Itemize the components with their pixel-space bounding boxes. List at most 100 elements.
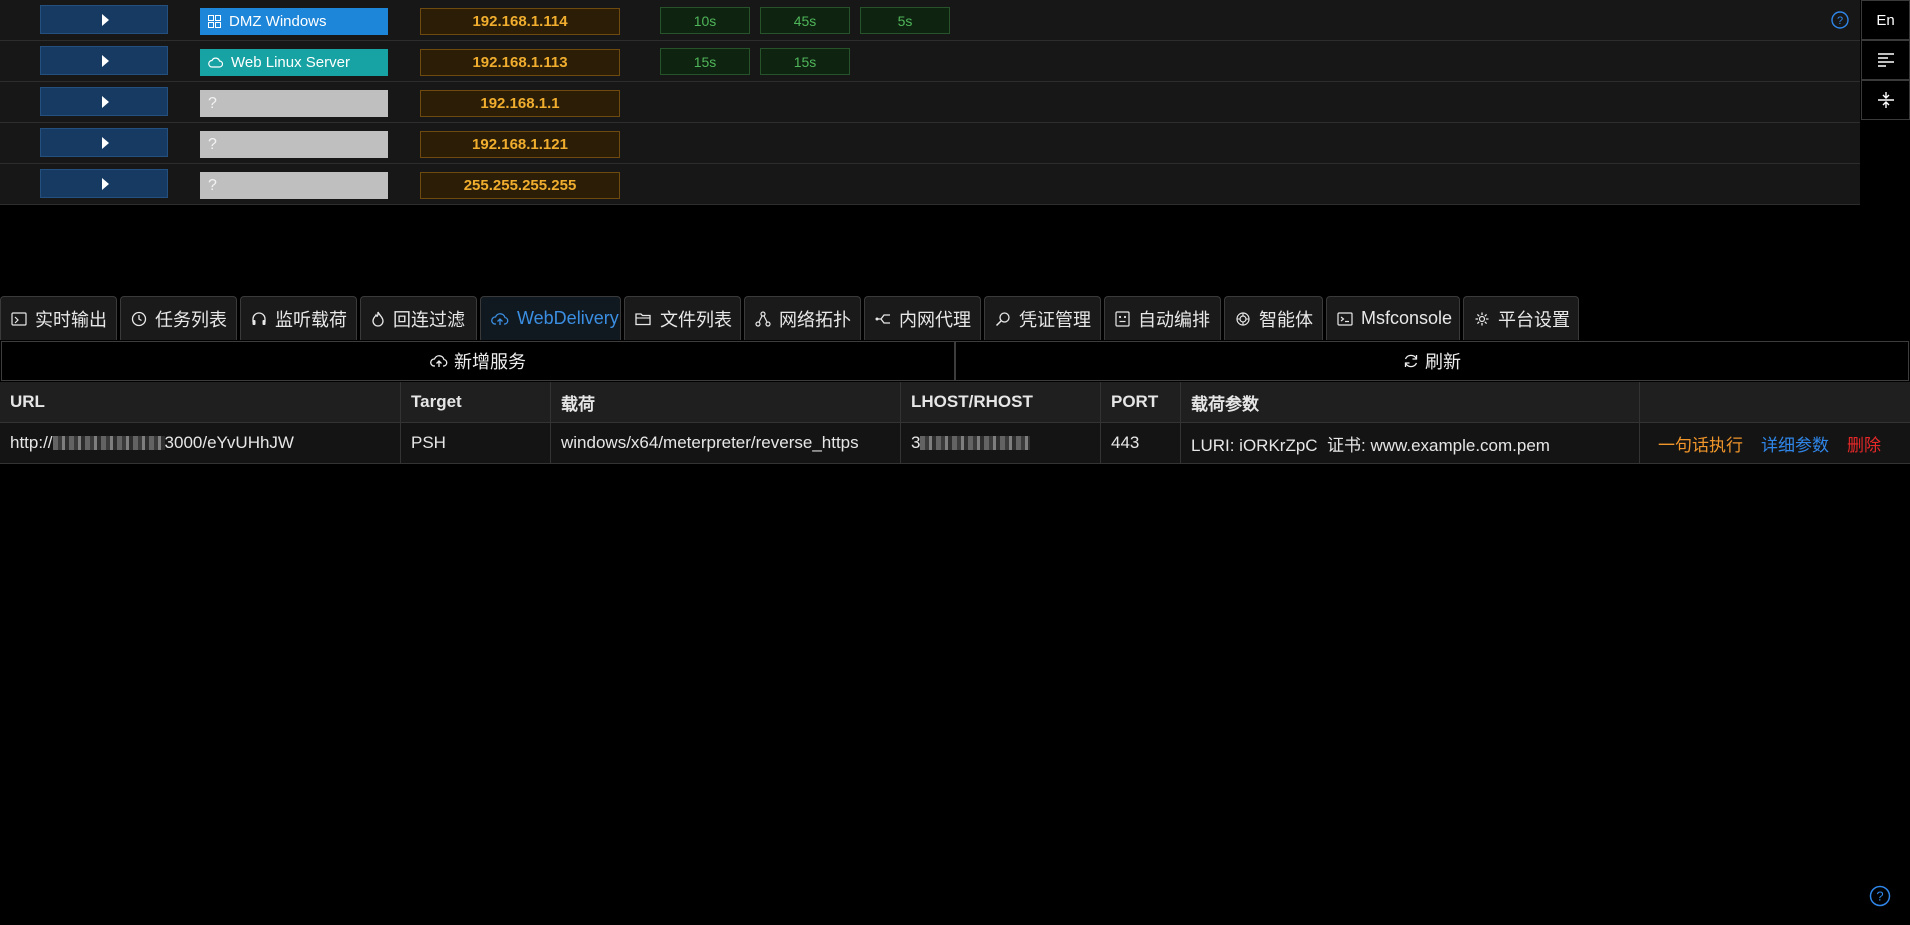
tab-realtime-output[interactable]: 实时输出 <box>0 296 117 340</box>
svg-text:?: ? <box>1837 15 1843 27</box>
align-left-button[interactable] <box>1861 40 1910 80</box>
add-service-label: 新增服务 <box>454 352 526 372</box>
host-row[interactable]: Web Linux Server 192.168.1.113 15s 15s <box>0 41 1860 82</box>
params-cell: LURI: iORKrZpC 证书: www.example.com.pem <box>1181 423 1640 463</box>
proxy-icon <box>875 313 890 324</box>
target-cell: PSH <box>401 423 551 463</box>
column-header-lhost: LHOST/RHOST <box>901 382 1101 422</box>
host-name-badge[interactable]: Web Linux Server <box>200 49 388 76</box>
play-icon <box>102 95 109 108</box>
tab-auto-orchestration[interactable]: 自动编排 <box>1104 296 1221 340</box>
play-icon <box>102 136 109 149</box>
tab-webdelivery[interactable]: WebDelivery <box>480 296 621 340</box>
refresh-label: 刷新 <box>1425 352 1461 372</box>
flame-icon <box>372 311 384 327</box>
tab-msfconsole[interactable]: Msfconsole <box>1326 296 1460 340</box>
port-cell: 443 <box>1101 423 1181 463</box>
host-row[interactable]: ? 192.168.1.121 <box>0 123 1860 164</box>
session-tag[interactable]: 5s <box>860 7 950 34</box>
tab-label: 回连过滤 <box>393 309 465 330</box>
session-tag[interactable]: 15s <box>660 48 750 75</box>
tab-label: Msfconsole <box>1361 308 1453 328</box>
url-prefix: http:// <box>10 433 53 452</box>
detail-params-link[interactable]: 详细参数 <box>1761 431 1829 456</box>
host-row[interactable]: DMZ Windows 192.168.1.114 10s 45s 5s <box>0 0 1860 41</box>
cloud-upload-icon <box>491 312 509 325</box>
tab-task-list[interactable]: 任务列表 <box>120 296 237 340</box>
actions-cell: 一句话执行 详细参数 删除 <box>1640 423 1910 463</box>
redacted-lhost <box>920 436 1031 450</box>
host-name-badge[interactable]: ? <box>200 172 388 199</box>
split-icon <box>1877 92 1894 108</box>
windows-icon <box>208 15 221 28</box>
tab-label: 平台设置 <box>1498 309 1570 330</box>
tab-platform-settings[interactable]: 平台设置 <box>1463 296 1579 340</box>
tab-label: 实时输出 <box>35 309 107 330</box>
tab-label: WebDelivery <box>517 308 619 328</box>
cloud-upload-icon <box>430 355 448 367</box>
session-tag[interactable]: 45s <box>760 7 850 34</box>
host-row[interactable]: ? 255.255.255.255 <box>0 164 1860 205</box>
column-header-url: URL <box>0 382 401 422</box>
host-name-badge[interactable]: ? <box>200 90 388 117</box>
column-header-params: 载荷参数 <box>1181 382 1640 422</box>
tab-label: 监听载荷 <box>275 309 347 330</box>
tab-label: 自动编排 <box>1138 309 1210 330</box>
host-open-button[interactable] <box>40 5 168 34</box>
refresh-button[interactable]: 刷新 <box>955 341 1909 381</box>
host-name-badge[interactable]: ? <box>200 131 388 158</box>
host-open-button[interactable] <box>40 87 168 116</box>
session-tag[interactable]: 15s <box>760 48 850 75</box>
delete-link[interactable]: 删除 <box>1847 431 1881 456</box>
cloud-icon <box>208 57 223 68</box>
tab-agent[interactable]: 智能体 <box>1224 296 1323 340</box>
split-toggle-button[interactable] <box>1861 80 1910 120</box>
folder-icon <box>635 312 651 325</box>
tab-listener-payload[interactable]: 监听载荷 <box>240 296 357 340</box>
robot-icon <box>1115 310 1130 327</box>
play-icon <box>102 177 109 190</box>
tab-network-topology[interactable]: 网络拓扑 <box>744 296 861 340</box>
gear-icon <box>1475 312 1489 325</box>
host-ip[interactable]: 192.168.1.114 <box>420 8 620 35</box>
topology-icon <box>755 310 771 327</box>
help-icon[interactable]: ? <box>1869 885 1891 907</box>
host-ip[interactable]: 255.255.255.255 <box>420 172 620 199</box>
host-name: ? <box>208 176 217 194</box>
lhost-cell: 3 <box>901 423 1101 463</box>
tab-callback-filter[interactable]: 回连过滤 <box>360 296 477 340</box>
refresh-icon <box>1404 354 1418 368</box>
url-suffix: 3000/eYvUHhJW <box>164 433 294 452</box>
webdelivery-table: URL Target 载荷 LHOST/RHOST PORT 载荷参数 http… <box>0 382 1910 464</box>
host-open-button[interactable] <box>40 128 168 157</box>
help-icon[interactable]: ? <box>1831 11 1849 29</box>
terminal-icon <box>1337 311 1353 326</box>
host-open-button[interactable] <box>40 46 168 75</box>
tab-label: 任务列表 <box>155 309 227 330</box>
language-toggle-button[interactable]: En <box>1861 0 1910 40</box>
column-header-payload: 载荷 <box>551 382 901 422</box>
host-name-badge[interactable]: DMZ Windows <box>200 8 388 35</box>
table-header-row: URL Target 载荷 LHOST/RHOST PORT 载荷参数 <box>0 382 1910 423</box>
column-header-port: PORT <box>1101 382 1181 422</box>
host-ip[interactable]: 192.168.1.121 <box>420 131 620 158</box>
tab-intranet-proxy[interactable]: 内网代理 <box>864 296 981 340</box>
redacted-host <box>52 436 165 450</box>
tab-label: 内网代理 <box>899 309 971 330</box>
add-service-button[interactable]: 新增服务 <box>1 341 955 381</box>
host-ip[interactable]: 192.168.1.1 <box>420 90 620 117</box>
column-header-target: Target <box>401 382 551 422</box>
host-name: ? <box>208 135 217 153</box>
table-row: http:// 3000/eYvUHhJW PSH windows/x64/me… <box>0 423 1910 464</box>
one-liner-exec-link[interactable]: 一句话执行 <box>1658 431 1743 456</box>
tab-label: 智能体 <box>1259 309 1313 330</box>
tab-file-list[interactable]: 文件列表 <box>624 296 741 340</box>
host-ip[interactable]: 192.168.1.113 <box>420 49 620 76</box>
tab-label: 文件列表 <box>660 309 732 330</box>
host-list: DMZ Windows 192.168.1.114 10s 45s 5s Web… <box>0 0 1860 205</box>
host-row[interactable]: ? 192.168.1.1 <box>0 82 1860 123</box>
session-tag[interactable]: 10s <box>660 7 750 34</box>
host-open-button[interactable] <box>40 169 168 198</box>
tab-credential-management[interactable]: 凭证管理 <box>984 296 1101 340</box>
url-cell[interactable]: http:// 3000/eYvUHhJW <box>0 423 401 463</box>
